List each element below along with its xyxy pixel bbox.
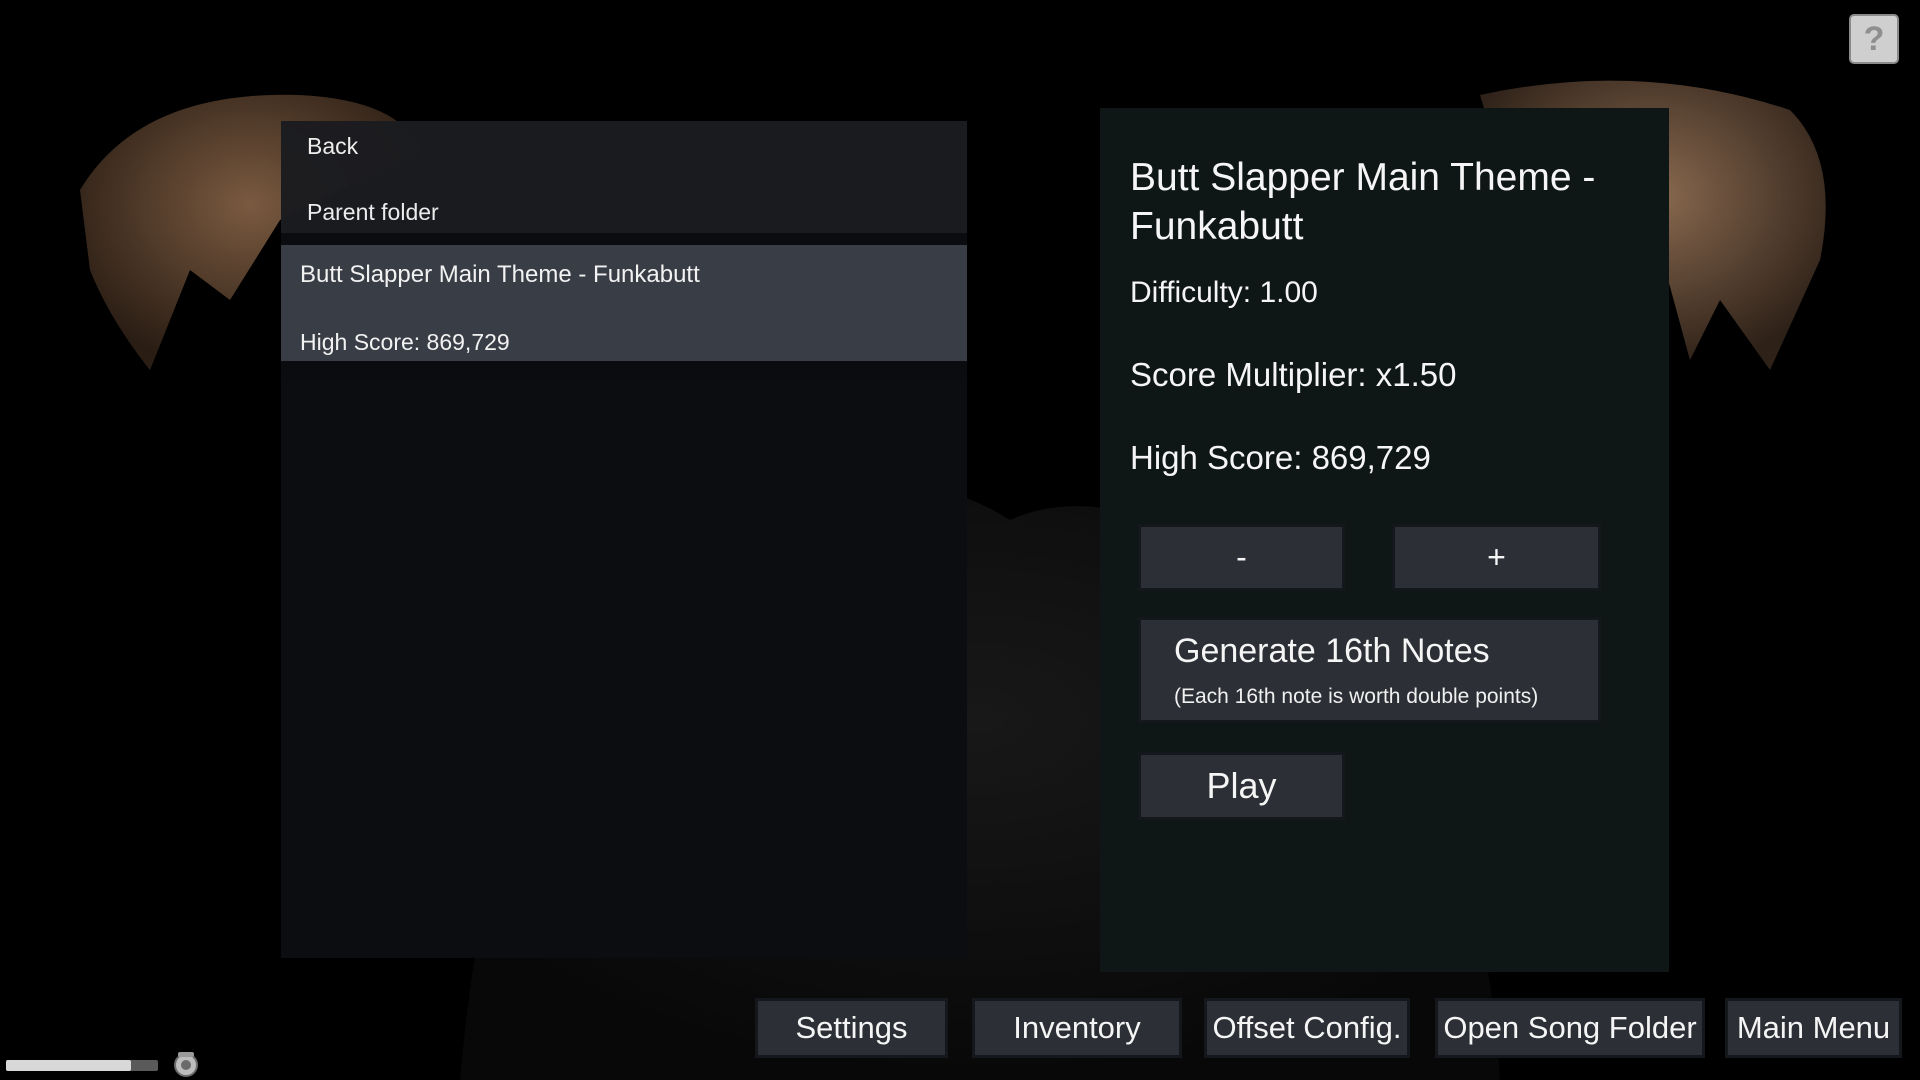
increase-difficulty-button[interactable]: + <box>1392 524 1601 591</box>
volume-slider-fill <box>6 1060 131 1071</box>
offset-config-button[interactable]: Offset Config. <box>1204 998 1410 1058</box>
help-button[interactable]: ? <box>1849 14 1899 64</box>
song-details-panel: Butt Slapper Main Theme - Funkabutt Diff… <box>1100 108 1669 972</box>
difficulty-label: Difficulty: 1.00 <box>1130 276 1318 309</box>
speaker-icon[interactable] <box>172 1051 200 1077</box>
generate-16th-notes-subtitle: (Each 16th note is worth double points) <box>1174 685 1539 708</box>
play-button[interactable]: Play <box>1138 752 1345 820</box>
open-song-folder-button[interactable]: Open Song Folder <box>1435 998 1705 1058</box>
generate-16th-notes-button[interactable]: Generate 16th Notes (Each 16th note is w… <box>1138 617 1601 723</box>
main-menu-button[interactable]: Main Menu <box>1725 998 1902 1058</box>
volume-slider[interactable] <box>6 1060 158 1071</box>
song-list-item[interactable]: Butt Slapper Main Theme - Funkabutt High… <box>281 245 967 361</box>
parent-folder-button[interactable]: Parent folder <box>307 199 439 226</box>
song-list-panel: Back Parent folder Butt Slapper Main The… <box>281 121 967 958</box>
detail-high-score: High Score: 869,729 <box>1130 439 1431 476</box>
score-multiplier-label: Score Multiplier: x1.50 <box>1130 356 1457 393</box>
back-button[interactable]: Back <box>307 133 358 160</box>
inventory-button[interactable]: Inventory <box>972 998 1182 1058</box>
song-high-score: High Score: 869,729 <box>300 329 510 355</box>
song-detail-title: Butt Slapper Main Theme - Funkabutt <box>1130 156 1596 248</box>
generate-16th-notes-title: Generate 16th Notes <box>1174 632 1490 670</box>
settings-button[interactable]: Settings <box>755 998 948 1058</box>
navigation-section: Back Parent folder <box>281 121 967 233</box>
decrease-difficulty-button[interactable]: - <box>1138 524 1345 591</box>
song-title: Butt Slapper Main Theme - Funkabutt <box>300 261 700 288</box>
